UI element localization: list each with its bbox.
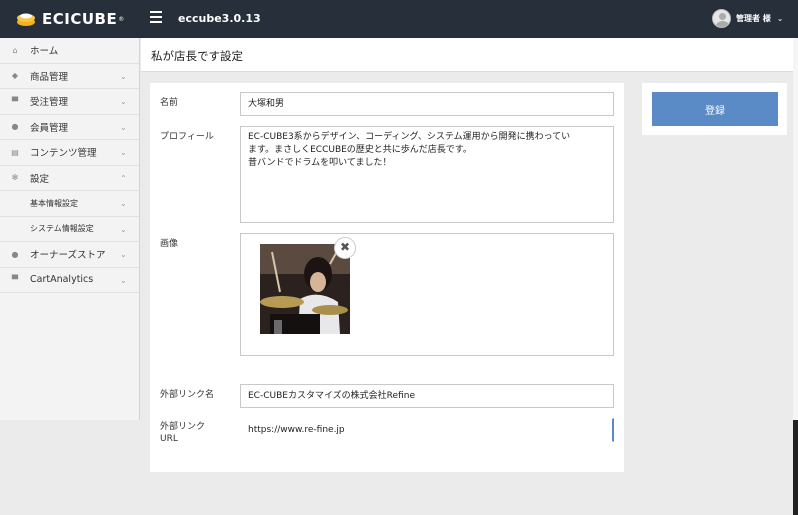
- save-panel: 登録: [642, 83, 787, 135]
- sidebar-item-members[interactable]: ● 会員管理 ⌄: [0, 115, 139, 140]
- chevron-down-icon: ⌄: [120, 275, 127, 285]
- chevron-down-icon: ⌄: [120, 97, 127, 106]
- profile-textarea[interactable]: EC-CUBE3系からデザイン、コーディング、システム運用から開発に携わってい …: [240, 126, 614, 223]
- sidebar-item-label: 設定: [30, 173, 50, 185]
- sidebar-item-label: オーナーズストア: [30, 250, 106, 262]
- sidebar-item-orders[interactable]: ▀ 受注管理 ⌄: [0, 89, 139, 115]
- profile-line: ます。まさしくECCUBEの歴史と共に歩んだ店長です。: [248, 145, 472, 155]
- chevron-down-icon: ⌄: [120, 71, 127, 81]
- sidebar-item-label: 基本情報設定: [30, 198, 78, 208]
- sidebar-item-system-settings[interactable]: システム情報設定 ⌄: [0, 217, 139, 242]
- sidebar-item-label: 会員管理: [30, 122, 69, 134]
- logo-text: ECICUBE: [42, 10, 118, 28]
- profile-label: プロフィール: [160, 132, 214, 142]
- profile-line: 昔バンドでドラムを叩いてました！: [248, 158, 392, 168]
- link-name-field[interactable]: EC-CUBEカスタマイズの株式会社Refine: [240, 384, 614, 408]
- cube-logo-icon: [17, 13, 35, 26]
- name-label: 名前: [160, 98, 179, 108]
- cart-icon: ▀: [11, 96, 19, 106]
- sidebar: ⌂ ホーム ◆ 商品管理 ⌄ ▀ 受注管理 ⌄ ● 会員管理 ⌄ ▤ コンテンツ…: [0, 38, 140, 420]
- chevron-down-icon: ⌄: [120, 250, 127, 259]
- link-url-label-line: 外部リンク: [160, 422, 206, 432]
- gear-icon: ✻: [11, 173, 19, 183]
- home-icon: ⌂: [12, 45, 18, 55]
- sidebar-item-basic-settings[interactable]: 基本情報設定 ⌄: [0, 191, 139, 217]
- hamburger-menu-icon[interactable]: [150, 11, 162, 27]
- sidebar-item-home[interactable]: ⌂ ホーム: [0, 38, 139, 64]
- top-bar: ECICUBE ® eccube3.0.13 管理者 様 ⌄: [0, 0, 798, 38]
- users-icon: ●: [11, 122, 19, 132]
- sidebar-item-cart-analytics[interactable]: ▀ CartAnalytics ⌄: [0, 268, 139, 293]
- user-menu[interactable]: 管理者 様 ⌄: [712, 9, 784, 28]
- logo-registered-mark: ®: [118, 15, 125, 23]
- avatar: [712, 9, 731, 28]
- user-name: 管理者 様: [736, 14, 771, 23]
- profile-photo: [260, 244, 350, 334]
- sidebar-item-label: 受注管理: [30, 97, 69, 109]
- link-name-label: 外部リンク名: [160, 390, 215, 400]
- sidebar-item-contents[interactable]: ▤ コンテンツ管理 ⌄: [0, 140, 139, 166]
- site-version: eccube3.0.13: [178, 12, 261, 25]
- sidebar-item-label: 商品管理: [30, 71, 69, 83]
- page-title: 私が店長です設定: [151, 49, 243, 63]
- chevron-up-icon: ⌃: [120, 173, 127, 183]
- name-field[interactable]: 大塚和男: [240, 92, 614, 116]
- sidebar-item-label: システム情報設定: [30, 224, 94, 234]
- link-url-label: 外部リンク URL: [160, 421, 205, 445]
- chevron-down-icon: ⌄: [120, 122, 127, 132]
- chevron-down-icon: ⌄: [120, 148, 127, 157]
- profile-line: EC-CUBE3系からデザイン、コーディング、システム運用から開発に携わってい: [248, 132, 571, 142]
- link-url-label-line: URL: [160, 434, 178, 444]
- sidebar-item-label: ホーム: [30, 46, 59, 58]
- sidebar-item-products[interactable]: ◆ 商品管理 ⌄: [0, 64, 139, 89]
- tag-icon: ◆: [11, 71, 19, 81]
- image-label: 画像: [160, 239, 179, 249]
- document-icon: ▤: [11, 147, 19, 157]
- chevron-down-icon: ⌄: [776, 14, 784, 23]
- cart-icon: ▀: [11, 275, 19, 285]
- sidebar-item-label: CartAnalytics: [30, 274, 94, 286]
- chevron-down-icon: ⌄: [120, 199, 127, 208]
- sidebar-item-owners-store[interactable]: ● オーナーズストア ⌄: [0, 242, 139, 268]
- sidebar-item-settings[interactable]: ✻ 設定 ⌃: [0, 166, 139, 191]
- link-url-field[interactable]: https://www.re-fine.jp: [240, 418, 614, 442]
- save-button[interactable]: 登録: [652, 92, 778, 126]
- sidebar-item-label: コンテンツ管理: [30, 148, 97, 160]
- ec-cube-logo[interactable]: ECICUBE ®: [16, 9, 124, 29]
- scrollbar-thumb[interactable]: [793, 420, 798, 515]
- info-icon: ●: [11, 249, 19, 259]
- page-header: 私が店長です設定: [141, 38, 794, 72]
- chevron-down-icon: ⌄: [120, 224, 127, 234]
- remove-image-button[interactable]: ✖: [334, 237, 356, 259]
